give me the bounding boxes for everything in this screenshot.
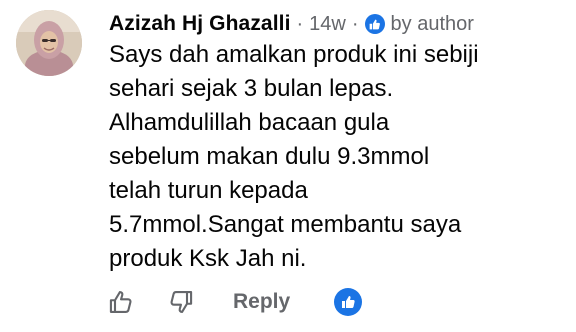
avatar-image: [16, 10, 82, 76]
thumbs-down-outline-icon: [170, 291, 193, 313]
reply-button[interactable]: Reply: [233, 290, 290, 314]
liked-by-author-label: by author: [390, 12, 474, 35]
dislike-button[interactable]: [165, 287, 195, 317]
comment-header: Azizah Hj Ghazalli · 14w · by author: [109, 10, 474, 38]
like-button[interactable]: [107, 287, 137, 317]
comment-text-line: produk Ksk Jah ni.: [109, 245, 307, 272]
comment-text-line: Alhamdulillah bacaan gula: [109, 109, 390, 136]
comment-text: Says dah amalkan produk ini sebiji sehar…: [109, 38, 559, 276]
thumbs-up-outline-icon: [109, 291, 132, 313]
comment-timestamp[interactable]: 14w: [309, 13, 346, 36]
separator-dot: ·: [296, 12, 304, 35]
separator-dot: ·: [351, 12, 359, 35]
comment-actions: Reply: [107, 285, 363, 319]
comment-text-line: Says dah amalkan produk ini sebiji: [109, 41, 479, 68]
comment-text-line: sebelum makan dulu 9.3mmol: [109, 143, 430, 170]
author-name[interactable]: Azizah Hj Ghazalli: [109, 12, 291, 36]
thumbs-up-badge-icon: [364, 14, 385, 34]
comment-text-line: 5.7mmol.Sangat membantu saya: [109, 211, 462, 238]
comment-text-line: telah turun kepada: [109, 177, 308, 204]
comment-avatar[interactable]: [16, 10, 82, 76]
comment-text-line: sehari sejak 3 bulan lepas.: [109, 75, 394, 102]
reaction-like-icon[interactable]: [334, 288, 363, 316]
